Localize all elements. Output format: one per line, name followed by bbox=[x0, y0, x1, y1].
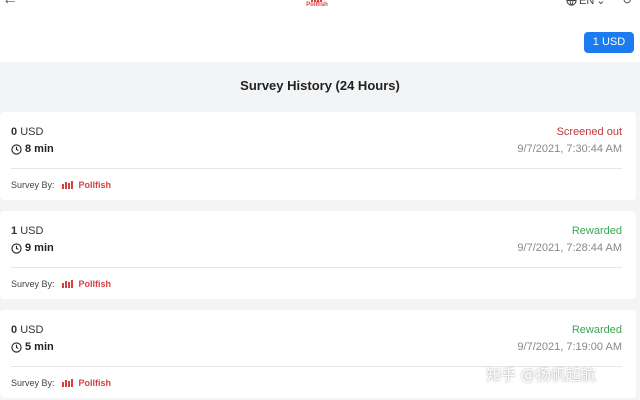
clock-icon bbox=[11, 341, 22, 353]
logo-text: Pollfish bbox=[306, 2, 328, 8]
survey-duration: 5 min bbox=[11, 341, 54, 353]
survey-card: 1 USD 9 min Rewarded 9/7/2021, 7:28:44 A… bbox=[0, 211, 636, 299]
survey-amount: 0 USD bbox=[11, 324, 44, 336]
divider bbox=[11, 168, 622, 169]
survey-provider-row: Survey By: Pollfish bbox=[11, 180, 111, 190]
survey-amount: 0 USD bbox=[11, 126, 44, 138]
language-selector[interactable]: EN ⌄ bbox=[566, 0, 606, 7]
survey-card: 0 USD 8 min Screened out 9/7/2021, 7:30:… bbox=[0, 112, 636, 200]
survey-by-label: Survey By: bbox=[11, 378, 55, 388]
survey-provider-row: Survey By: Pollfish bbox=[11, 279, 111, 289]
app-logo: Pollfish bbox=[302, 0, 332, 14]
language-label: EN bbox=[579, 0, 595, 7]
clock-icon bbox=[11, 242, 22, 254]
survey-duration: 9 min bbox=[11, 242, 54, 254]
pollfish-logo-icon bbox=[61, 280, 73, 288]
refresh-icon[interactable]: ↻ bbox=[622, 0, 632, 7]
survey-datetime: 9/7/2021, 7:19:00 AM bbox=[517, 341, 622, 353]
survey-by-label: Survey By: bbox=[11, 279, 55, 289]
survey-duration: 8 min bbox=[11, 143, 54, 155]
page-title: Survey History (24 Hours) bbox=[240, 78, 400, 93]
status-badge: Screened out bbox=[556, 126, 622, 138]
back-arrow-icon[interactable]: ← bbox=[2, 0, 18, 9]
status-badge: Rewarded bbox=[571, 225, 622, 237]
pollfish-logo-icon bbox=[61, 181, 73, 189]
status-badge: Rewarded bbox=[571, 324, 622, 336]
survey-amount: 1 USD bbox=[11, 225, 44, 237]
divider bbox=[11, 267, 622, 268]
chevron-down-icon: ⌄ bbox=[596, 0, 606, 7]
survey-datetime: 9/7/2021, 7:30:44 AM bbox=[517, 143, 622, 155]
survey-datetime: 9/7/2021, 7:28:44 AM bbox=[517, 242, 622, 254]
clock-icon bbox=[11, 143, 22, 155]
provider-logo: Pollfish bbox=[61, 180, 111, 190]
watermark: 知乎 @扬帆起航 bbox=[486, 366, 596, 384]
survey-provider-row: Survey By: Pollfish bbox=[11, 378, 111, 388]
provider-logo: Pollfish bbox=[61, 378, 111, 388]
provider-logo: Pollfish bbox=[61, 279, 111, 289]
top-bar: ← Pollfish EN ⌄ ↻ 1 USD bbox=[0, 0, 640, 62]
globe-icon bbox=[566, 0, 577, 6]
survey-by-label: Survey By: bbox=[11, 180, 55, 190]
pollfish-logo-icon bbox=[61, 379, 73, 387]
balance-button[interactable]: 1 USD bbox=[584, 32, 634, 53]
